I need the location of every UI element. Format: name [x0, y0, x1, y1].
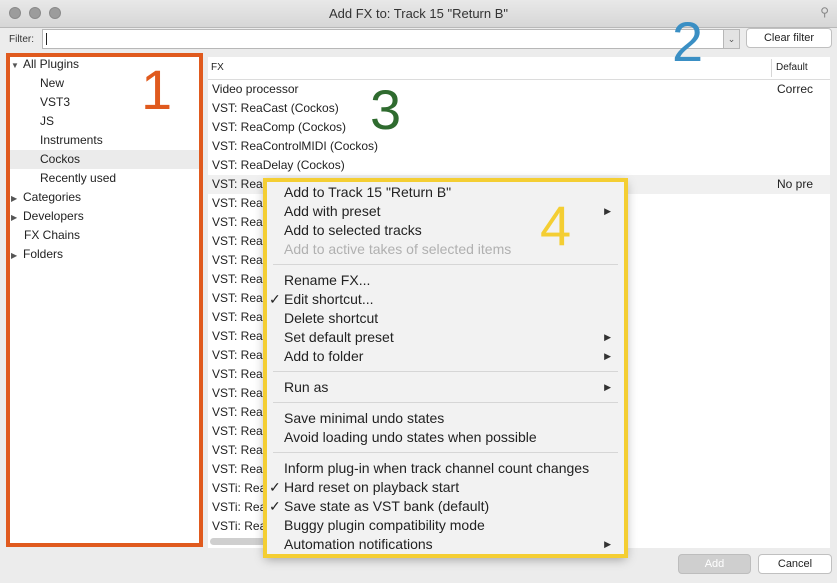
- fx-name: VST: Rea: [212, 310, 263, 324]
- annotation-box-1: [6, 53, 203, 547]
- fx-name: VST: Rea: [212, 405, 263, 419]
- annotation-number-2: 2: [672, 10, 704, 73]
- fx-name: VSTi: Rea: [212, 481, 267, 495]
- pin-icon[interactable]: ⚲: [820, 5, 829, 19]
- fx-row[interactable]: Video processor Correc: [208, 80, 830, 99]
- fx-name: VST: Rea: [212, 291, 263, 305]
- filter-input[interactable]: [42, 29, 724, 49]
- fx-row[interactable]: VST: ReaControlMIDI (Cockos): [208, 137, 830, 156]
- window-title: Add FX to: Track 15 "Return B": [328, 6, 509, 21]
- annotation-number-3: 3: [370, 78, 402, 141]
- fx-row[interactable]: VST: ReaCast (Cockos): [208, 99, 830, 118]
- annotation-number-4: 4: [540, 194, 572, 257]
- fx-name: VST: Rea: [212, 234, 263, 248]
- column-divider[interactable]: [771, 59, 772, 77]
- filter-label: Filter:: [9, 34, 34, 45]
- horizontal-scrollbar[interactable]: [210, 538, 270, 545]
- fx-column-header[interactable]: FX: [211, 62, 224, 73]
- fx-row[interactable]: VST: ReaComp (Cockos): [208, 118, 830, 137]
- fx-name: VST: Rea: [212, 215, 263, 229]
- fx-name: VST: ReaControlMIDI (Cockos): [212, 139, 379, 153]
- add-button[interactable]: Add: [678, 554, 751, 574]
- fx-name: VST: Rea: [212, 177, 263, 191]
- fx-name: VST: ReaDelay (Cockos): [212, 158, 345, 172]
- text-caret: [46, 33, 47, 45]
- fx-name: VST: Rea: [212, 462, 263, 476]
- fx-default: No pre: [777, 177, 814, 191]
- fx-name: Video processor: [212, 82, 299, 96]
- fx-name: VST: Rea: [212, 329, 263, 343]
- fx-name: VST: Rea: [212, 196, 263, 210]
- fx-name: VSTi: Rea: [212, 500, 267, 514]
- fx-name: VST: Rea: [212, 424, 263, 438]
- fx-default: Correc: [777, 82, 814, 96]
- clear-filter-button[interactable]: Clear filter: [746, 28, 832, 48]
- fx-name: VST: Rea: [212, 348, 263, 362]
- fx-name: VST: ReaCast (Cockos): [212, 101, 339, 115]
- title-bar: Add FX to: Track 15 "Return B" ⚲: [0, 0, 837, 28]
- fx-name: VST: Rea: [212, 443, 263, 457]
- cancel-button[interactable]: Cancel: [758, 554, 832, 574]
- annotation-number-1: 1: [141, 58, 173, 121]
- chevron-down-icon[interactable]: ⌄: [723, 29, 740, 49]
- fx-row[interactable]: VST: ReaDelay (Cockos): [208, 156, 830, 175]
- fx-name: VST: Rea: [212, 367, 263, 381]
- fx-name: VST: Rea: [212, 386, 263, 400]
- fx-name: VST: Rea: [212, 272, 263, 286]
- fx-name: VSTi: Rea: [212, 519, 267, 533]
- fx-name: VST: ReaComp (Cockos): [212, 120, 347, 134]
- fx-list-header: FX Default: [208, 57, 830, 80]
- annotation-box-4: [263, 178, 628, 558]
- default-column-header[interactable]: Default: [776, 62, 808, 73]
- fx-name: VST: Rea: [212, 253, 263, 267]
